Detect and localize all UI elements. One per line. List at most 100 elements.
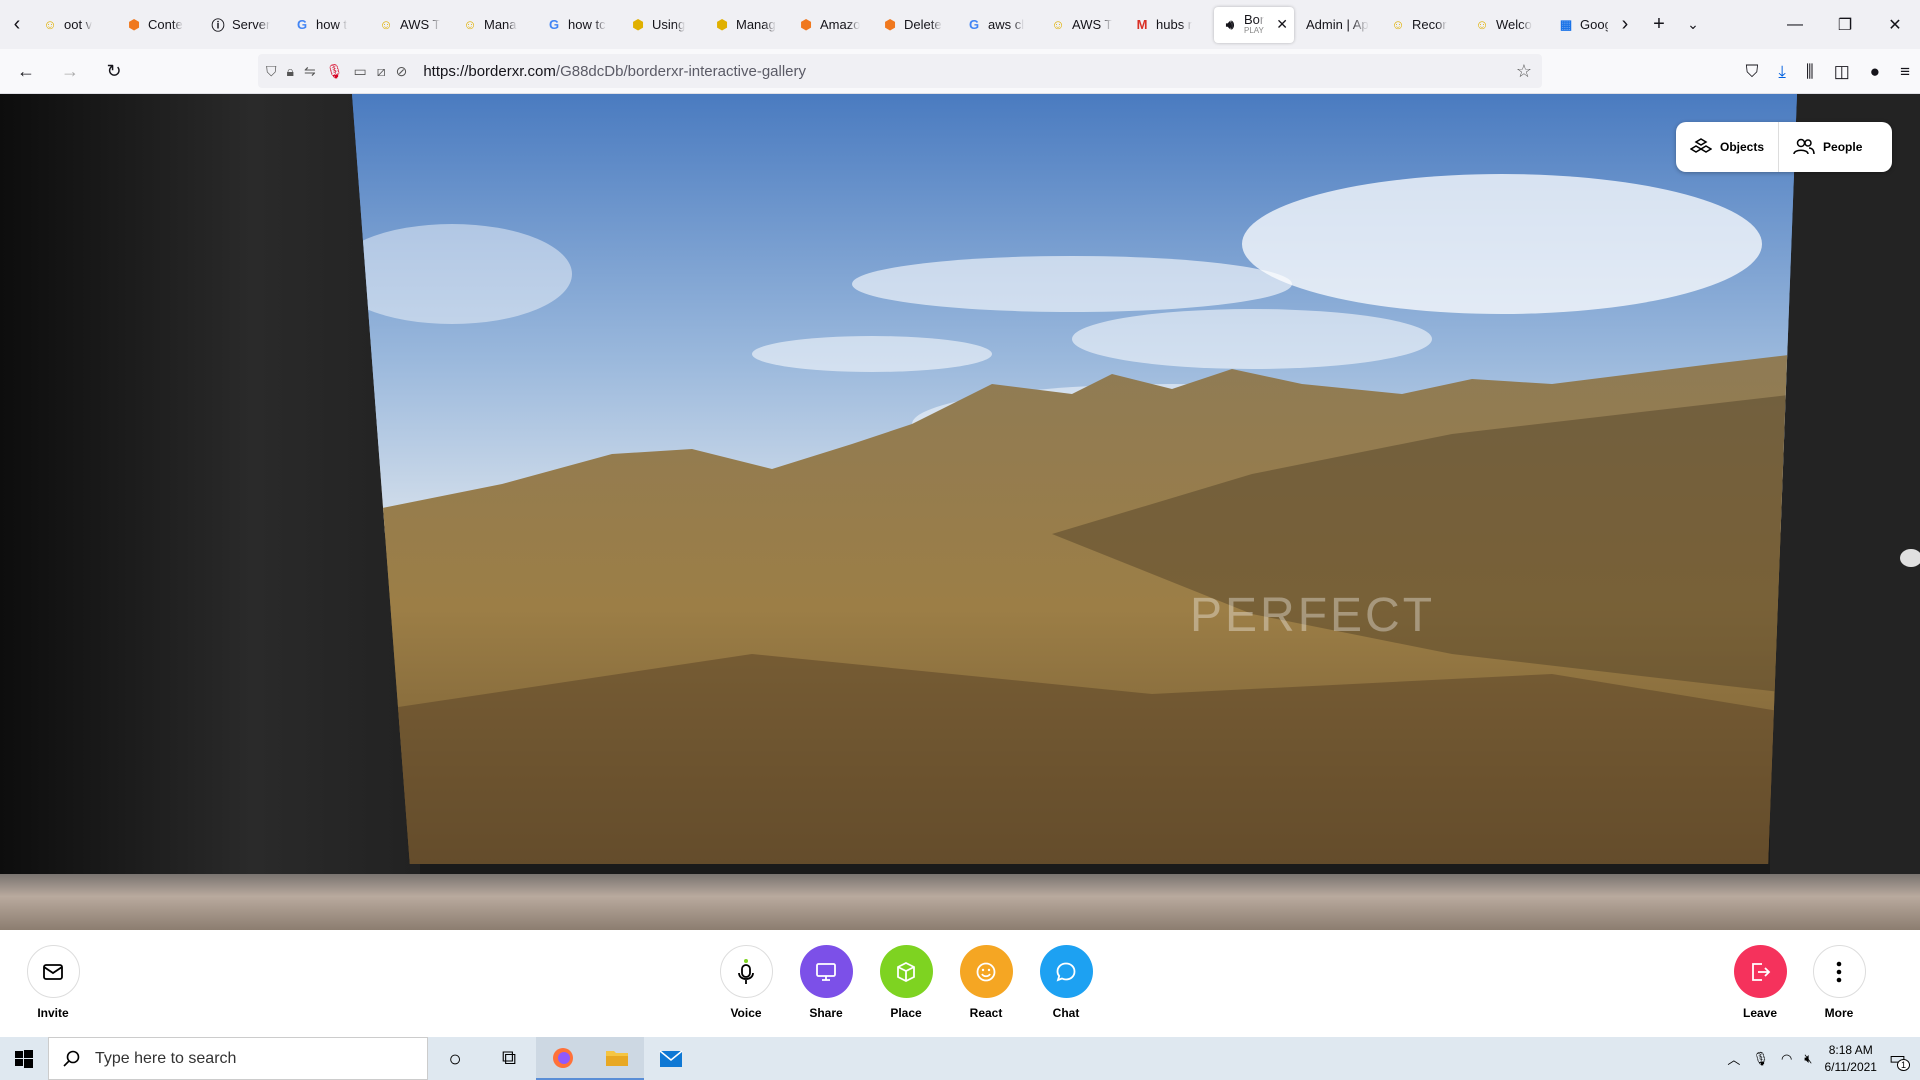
leave-control[interactable]: Leave (1720, 945, 1800, 1020)
shield-icon[interactable]: ⛉ (266, 63, 277, 80)
browser-tab[interactable]: Mhubs r (1126, 7, 1210, 43)
camera-blocked-icon[interactable]: ▭ (353, 63, 366, 80)
reload-button[interactable]: ↻ (96, 53, 132, 89)
browser-tab[interactable]: ☺ AWS T (1042, 7, 1126, 43)
yellow-person-icon: ☺ (1391, 17, 1405, 32)
browser-tab[interactable]: 🔊︎ Bor PLAY ✕ (1214, 6, 1294, 43)
tab-strip: ☺ oot v ⬢ Conte ⓘ Server Ghow t ☺ AWS T ☺ Mana Ghow… (34, 0, 1608, 49)
chat-control[interactable]: Chat (1026, 945, 1106, 1020)
browser-tab[interactable]: ⬢ Manag (706, 7, 790, 43)
windows-taskbar: Type here to search ○ ⧉ ︿ 🎙︎ ◠ 🔇︎ 8:18 A… (0, 1037, 1920, 1080)
screen-share-blocked-icon[interactable]: ⧄ (377, 63, 386, 80)
lock-icon[interactable]: 🔒︎ (287, 63, 294, 80)
pocket-icon[interactable]: ⛉ (1746, 62, 1759, 82)
tab-label: Admin | Ap (1306, 17, 1369, 32)
browser-tab[interactable]: ⓘ Server (202, 7, 286, 43)
browser-tab[interactable]: Ghow tc (538, 7, 622, 43)
forward-button[interactable]: → (52, 53, 88, 89)
calendar-icon: ▦ (1559, 16, 1573, 32)
google-icon: G (548, 17, 560, 32)
share-button[interactable] (799, 945, 853, 998)
close-window-button[interactable]: ✕ (1870, 15, 1920, 35)
yellow-person-icon: ☺ (463, 17, 477, 32)
tab-label: how tc (568, 17, 606, 32)
invite-control[interactable]: Invite (13, 945, 93, 1020)
search-placeholder: Type here to search (95, 1049, 237, 1067)
downloads-icon[interactable]: ⤓ (1778, 62, 1786, 82)
browser-tab[interactable]: Admin | Ap (1298, 7, 1382, 43)
browser-tab[interactable]: ☺ Recor (1382, 7, 1466, 43)
browser-tab[interactable]: ▦ Googl (1550, 7, 1608, 43)
browser-tab[interactable]: ☺ oot v (34, 7, 118, 43)
file-explorer-app[interactable] (590, 1037, 644, 1080)
chat-button[interactable] (1039, 945, 1093, 998)
3d-scene-viewport[interactable]: PERFECT (0, 94, 1920, 930)
voice-button[interactable] (719, 945, 773, 998)
browser-tab[interactable]: ⬢ Delete (874, 7, 958, 43)
more-control[interactable]: More (1799, 945, 1879, 1020)
video-screen[interactable] (352, 94, 1797, 864)
library-icon[interactable]: ⫼ (1806, 62, 1814, 82)
browser-tab[interactable]: ☺ AWS T (370, 7, 454, 43)
url-bar[interactable]: ⛉ 🔒︎ ⇋ 🎙︎ ▭ ⧄ ⊘ https://borderxr.com/G88… (258, 54, 1542, 88)
scroll-tabs-left-button[interactable]: ‹ (0, 0, 34, 49)
browser-tab[interactable]: Gaws cl (958, 7, 1042, 43)
react-button[interactable] (959, 945, 1013, 998)
list-all-tabs-button[interactable]: ⌄ (1676, 0, 1710, 49)
mail-icon (659, 1049, 683, 1067)
volume-muted-icon[interactable]: 🔇︎ (1804, 1051, 1812, 1067)
task-view-button[interactable]: ⧉ (482, 1037, 536, 1080)
microphone-icon[interactable]: 🎙︎ (326, 63, 344, 80)
browser-tab[interactable]: ⬢ Amazo (790, 7, 874, 43)
search-icon (63, 1050, 80, 1067)
tab-label: Delete (904, 17, 942, 32)
url-text[interactable]: https://borderxr.com/G88dcDb/borderxr-in… (423, 63, 806, 80)
bookmark-star-icon[interactable]: ☆ (1516, 61, 1532, 82)
voice-control[interactable]: Voice (706, 945, 786, 1020)
menu-icon[interactable]: ≡ (1900, 62, 1910, 82)
scroll-tabs-right-button[interactable]: › (1608, 0, 1642, 49)
microphone-tray-icon[interactable]: 🎙︎ (1752, 1051, 1769, 1067)
cortana-button[interactable]: ○ (428, 1037, 482, 1080)
firefox-app[interactable] (536, 1037, 590, 1080)
close-tab-icon[interactable]: ✕ (1276, 16, 1288, 33)
mail-app[interactable] (644, 1037, 698, 1080)
objects-button[interactable]: Objects (1676, 122, 1778, 172)
room-toolbar: Invite Voice Share Place React Chat Leav… (0, 930, 1920, 1037)
microphone-icon (738, 958, 754, 984)
side-panel-handle[interactable] (1900, 549, 1920, 567)
new-tab-button[interactable]: + (1642, 0, 1676, 49)
tab-label: Mana (484, 17, 517, 32)
account-icon[interactable]: ● (1870, 62, 1880, 82)
more-button[interactable] (1812, 945, 1866, 998)
place-label: Place (890, 1006, 922, 1020)
sidebar-icon[interactable]: ◫ (1834, 62, 1850, 82)
browser-tab[interactable]: ☺ Welco (1466, 7, 1550, 43)
permissions-icon[interactable]: ⇋ (304, 63, 316, 80)
place-control[interactable]: Place (866, 945, 946, 1020)
wifi-icon[interactable]: ◠ (1781, 1051, 1792, 1067)
react-control[interactable]: React (946, 945, 1026, 1020)
place-button[interactable] (879, 945, 933, 998)
chevron-up-icon[interactable]: ︿ (1727, 1049, 1740, 1068)
clock-date: 6/11/2021 (1824, 1059, 1877, 1074)
voice-label: Voice (730, 1006, 762, 1020)
browser-tab[interactable]: Ghow t (286, 7, 370, 43)
browser-tab[interactable]: ⬢ Using (622, 7, 706, 43)
notifications-icon[interactable]: ▭ 1 (1889, 1048, 1910, 1071)
people-button[interactable]: People (1778, 122, 1876, 172)
share-control[interactable]: Share (786, 945, 866, 1020)
leave-button[interactable] (1733, 945, 1787, 998)
invite-button[interactable] (26, 945, 80, 998)
start-button[interactable] (0, 1037, 48, 1080)
taskbar-search-box[interactable]: Type here to search (48, 1037, 428, 1080)
autoplay-blocked-icon[interactable]: ⊘ (396, 63, 408, 80)
back-button[interactable]: ← (8, 53, 44, 89)
restore-button[interactable]: ❐ (1820, 15, 1870, 35)
browser-tab[interactable]: ⬢ Conte (118, 7, 202, 43)
clock[interactable]: 8:18 AM 6/11/2021 (1824, 1042, 1877, 1076)
minimize-button[interactable]: — (1770, 16, 1820, 34)
window-controls: — ❐ ✕ (1770, 15, 1920, 35)
tab-label: Using (652, 17, 686, 32)
browser-tab[interactable]: ☺ Mana (454, 7, 538, 43)
